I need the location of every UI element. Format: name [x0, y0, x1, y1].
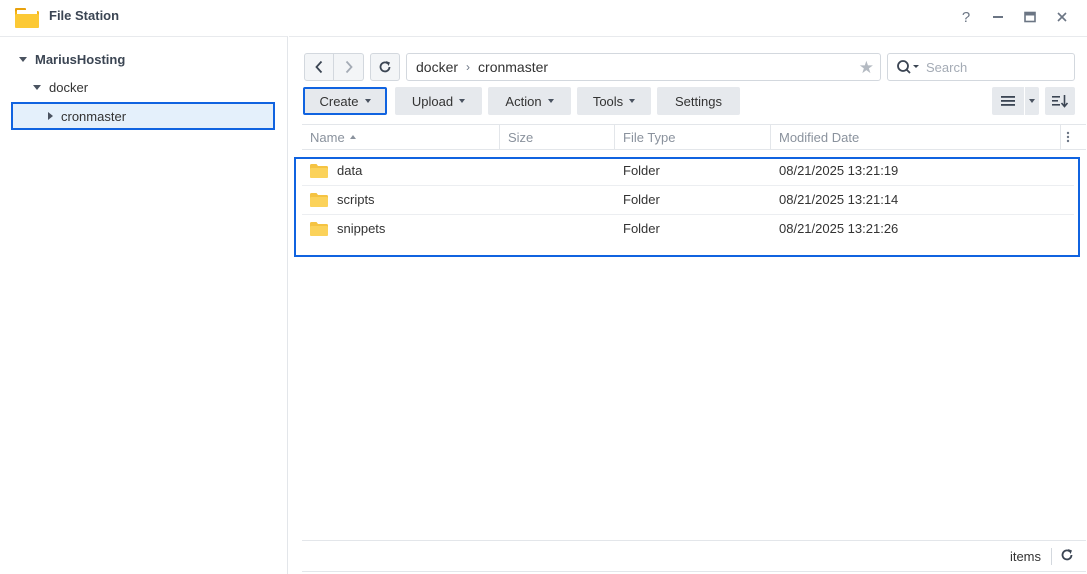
- footer-divider: [1051, 548, 1052, 565]
- caret-down-icon: [1029, 99, 1035, 103]
- folder-icon: [310, 221, 328, 236]
- file-name-cell: scripts: [310, 185, 375, 214]
- minimize-icon: [993, 16, 1003, 18]
- file-name: scripts: [337, 192, 375, 207]
- upload-label: Upload: [411, 93, 454, 109]
- caret-down-icon: [629, 99, 636, 103]
- column-header-label: Size: [508, 129, 534, 145]
- tree-item-label: docker: [49, 79, 89, 95]
- chevron-left-icon: [315, 60, 323, 74]
- file-modified: 08/21/2025 13:21:14: [779, 192, 899, 207]
- path-segment[interactable]: docker: [416, 59, 458, 75]
- chevron-right-icon: ›: [466, 60, 471, 74]
- column-header-size[interactable]: Size: [500, 125, 533, 149]
- footer-refresh-button[interactable]: [1060, 548, 1074, 565]
- star-icon[interactable]: ★: [859, 58, 874, 78]
- caret-down-icon: [547, 99, 554, 103]
- file-modified: 08/21/2025 13:21:26: [779, 221, 899, 236]
- column-header-file-type[interactable]: File Type: [615, 125, 676, 149]
- search-icon[interactable]: [896, 59, 920, 75]
- sort-icon: [1052, 95, 1069, 108]
- close-icon: [1057, 12, 1067, 22]
- more-vertical-icon: [1066, 131, 1070, 143]
- main-panel: docker › cronmaster ★ Create Upload Acti…: [289, 36, 1087, 574]
- create-button[interactable]: Create: [303, 87, 387, 115]
- folder-icon: [310, 192, 328, 207]
- file-station-icon: [15, 8, 39, 28]
- view-options-dropdown[interactable]: [1025, 87, 1039, 115]
- table-row[interactable]: data Folder 08/21/2025 13:21:19: [302, 156, 1074, 185]
- maximize-button[interactable]: [1019, 6, 1041, 28]
- tree-item-label: MariusHosting: [35, 51, 126, 67]
- file-type: Folder: [623, 192, 660, 207]
- file-name: data: [337, 163, 363, 178]
- status-bar: items: [302, 540, 1086, 572]
- column-header-name[interactable]: Name: [302, 125, 356, 149]
- file-name-cell: data: [310, 156, 362, 185]
- column-options-button[interactable]: [1062, 125, 1070, 149]
- create-label: Create: [319, 93, 359, 109]
- upload-button[interactable]: Upload: [395, 87, 482, 115]
- close-button[interactable]: [1051, 6, 1073, 28]
- back-button[interactable]: [304, 53, 334, 81]
- caret-down-icon: [364, 99, 371, 103]
- column-header-label: Modified Date: [779, 129, 860, 145]
- sort-ascending-icon: [349, 135, 356, 139]
- sort-button[interactable]: [1045, 87, 1075, 115]
- maximize-icon: [1024, 11, 1036, 23]
- folder-tree: MariusHosting docker cronmaster: [0, 36, 288, 574]
- tree-item-label: cronmaster: [61, 108, 127, 124]
- file-name: snippets: [337, 221, 386, 236]
- path-segment[interactable]: cronmaster: [478, 59, 548, 75]
- list-view-icon: [1001, 96, 1015, 106]
- column-header-modified-date[interactable]: Modified Date: [771, 125, 859, 149]
- settings-button[interactable]: Settings: [657, 87, 740, 115]
- list-view-button[interactable]: [992, 87, 1024, 115]
- column-header-row: Name Size File Type Modified Date: [302, 124, 1086, 150]
- caret-right-icon[interactable]: [48, 112, 53, 120]
- file-type: Folder: [623, 221, 660, 236]
- action-label: Action: [505, 93, 542, 109]
- tools-label: Tools: [592, 93, 624, 109]
- folder-icon: [310, 163, 328, 178]
- search-box[interactable]: [887, 53, 1075, 81]
- search-input[interactable]: [926, 59, 1056, 75]
- table-row[interactable]: scripts Folder 08/21/2025 13:21:14: [302, 185, 1074, 214]
- column-header-label: Name: [310, 129, 345, 145]
- title-bar: File Station ?: [0, 0, 1087, 34]
- caret-down-icon[interactable]: [33, 84, 41, 90]
- refresh-icon: [379, 61, 391, 73]
- path-bar[interactable]: docker › cronmaster ★: [406, 53, 881, 81]
- settings-label: Settings: [675, 93, 722, 109]
- file-station-window: File Station ? MariusHosting docker cron…: [0, 0, 1087, 574]
- minimize-button[interactable]: [987, 6, 1009, 28]
- caret-down-icon[interactable]: [19, 56, 27, 62]
- refresh-button[interactable]: [370, 53, 400, 81]
- window-title: File Station: [49, 8, 120, 23]
- tree-item-cronmaster[interactable]: cronmaster: [48, 103, 126, 129]
- items-count-label: items: [1009, 549, 1041, 564]
- refresh-icon: [1061, 549, 1073, 561]
- caret-down-icon: [459, 99, 466, 103]
- file-type: Folder: [623, 163, 660, 178]
- file-name-cell: snippets: [310, 214, 385, 243]
- table-row[interactable]: snippets Folder 08/21/2025 13:21:26: [302, 214, 1074, 243]
- help-button[interactable]: ?: [955, 6, 977, 28]
- tree-item-mariushosting[interactable]: MariusHosting: [19, 46, 125, 72]
- tree-item-docker[interactable]: docker: [33, 74, 88, 100]
- action-button[interactable]: Action: [488, 87, 571, 115]
- column-divider[interactable]: [1060, 125, 1061, 149]
- tools-button[interactable]: Tools: [577, 87, 651, 115]
- chevron-right-icon: [345, 60, 353, 74]
- help-icon: ?: [961, 8, 971, 26]
- column-header-label: File Type: [623, 129, 676, 145]
- file-modified: 08/21/2025 13:21:19: [779, 163, 899, 178]
- forward-button[interactable]: [334, 53, 364, 81]
